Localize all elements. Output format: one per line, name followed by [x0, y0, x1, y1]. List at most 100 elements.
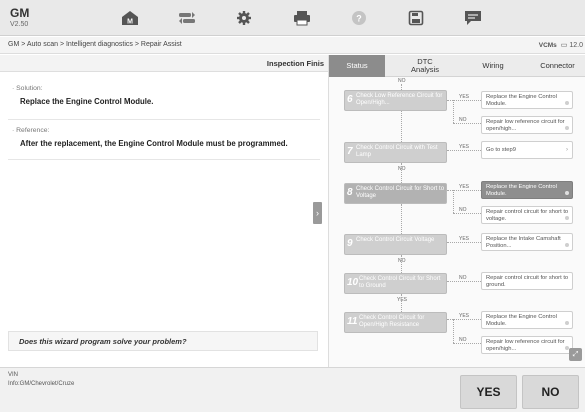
status-dot [565, 101, 569, 105]
flow-yes-label: YES [397, 297, 408, 303]
flow-connector [401, 255, 402, 273]
flow-connector [453, 319, 454, 343]
breadcrumb-bar: GM > Auto scan > Intelligent diagnostics… [0, 37, 585, 54]
solution-text: Replace the Engine Control Module. [20, 97, 154, 106]
result-text: Repair control circuit for short to volt… [486, 209, 569, 222]
step-number: 10 [347, 277, 359, 288]
solution-panel-header: Inspection Finis [0, 55, 328, 72]
flow-yes-label: YES [459, 184, 470, 190]
flow-result[interactable]: Replace the Engine Control Module. [481, 91, 573, 109]
flow-connector [447, 281, 481, 282]
help-button[interactable]: ? [336, 3, 382, 32]
tab-connector[interactable]: Connector [529, 55, 585, 77]
no-button[interactable]: NO [522, 375, 579, 409]
vehicle-swap-icon [179, 11, 195, 24]
breadcrumb: GM > Auto scan > Intelligent diagnostics… [8, 41, 182, 48]
flow-connector [401, 111, 402, 142]
panel-collapse-handle[interactable]: › [313, 202, 322, 224]
flow-yes-label: YES [459, 144, 470, 150]
flow-result[interactable]: Repair low reference circuit for open/hi… [481, 336, 573, 354]
flow-connector [401, 204, 402, 234]
step-number: 8 [347, 187, 353, 198]
voltage-value: 12.0 [569, 42, 583, 49]
tab-status[interactable]: Status [329, 55, 385, 77]
result-text: Repair low reference circuit for open/hi… [486, 339, 565, 352]
flow-result[interactable]: Repair control circuit for short to grou… [481, 272, 573, 290]
flow-connector [453, 123, 481, 124]
flow-result[interactable]: Replace the Intake Camshaft Position... [481, 233, 573, 251]
result-text: Go to step9 [486, 147, 516, 153]
result-text: Replace the Engine Control Module. [486, 314, 557, 327]
bottom-bar: VIN Info:GM/Chevrolet/Cruze YES NO [0, 367, 585, 412]
save-button[interactable] [393, 3, 439, 32]
flow-result[interactable]: Go to step9 › [481, 141, 573, 159]
chevron-right-icon: › [316, 208, 319, 218]
message-button[interactable] [450, 3, 496, 32]
flow-result[interactable]: Repair control circuit for short to volt… [481, 206, 573, 224]
flow-step-11[interactable]: 11 Check Control Circuit for Open/High R… [344, 312, 447, 333]
expand-icon: ⤢ [572, 350, 579, 358]
flow-result[interactable]: Replace the Engine Control Module. [481, 311, 573, 329]
settings-button[interactable] [221, 3, 267, 32]
chevron-right-icon: › [566, 147, 568, 153]
flow-no-label: NO [459, 337, 467, 343]
question-bar: Does this wizard program solve your prob… [8, 331, 318, 351]
expand-button[interactable]: ⤢ [569, 348, 582, 361]
flow-connector [447, 242, 481, 243]
result-text: Replace the Engine Control Module. [486, 184, 557, 197]
yes-button[interactable]: YES [460, 375, 517, 409]
flow-connector [401, 294, 402, 312]
status-dot [565, 321, 569, 325]
home-icon: M [122, 10, 138, 25]
result-text: Replace the Engine Control Module. [486, 94, 557, 107]
tab-bar: Status DTC Analysis Wiring Connector [329, 55, 585, 77]
print-button[interactable] [279, 3, 325, 32]
divider [8, 159, 320, 160]
step-text: Check Control Circuit Voltage [356, 237, 435, 243]
inspection-finish-title: Inspection Finis [266, 59, 324, 68]
flow-result-selected[interactable]: Replace the Engine Control Module. [481, 181, 573, 199]
flow-connector [401, 163, 402, 183]
battery-icon: ▭ [560, 42, 568, 49]
step-text: Check Low Reference Circuit for Open/Hig… [356, 93, 443, 106]
flow-no-label: NO [459, 275, 467, 281]
result-text: Repair low reference circuit for open/hi… [486, 119, 565, 132]
step-text: Check Control Circuit for Short to Volta… [356, 186, 445, 199]
vehicle-info: Info:GM/Chevrolet/Cruze [8, 381, 75, 387]
tab-wiring[interactable]: Wiring [465, 55, 521, 77]
flow-step-9[interactable]: 9 Check Control Circuit Voltage [344, 234, 447, 255]
step-text: Check Control Circuit for Open/High Resi… [359, 315, 425, 328]
flow-result[interactable]: Repair low reference circuit for open/hi… [481, 116, 573, 134]
settings-icon [237, 10, 251, 25]
status-panel: Status DTC Analysis Wiring Connector NO … [328, 55, 585, 367]
flow-connector [453, 213, 481, 214]
message-icon [465, 10, 481, 25]
home-button[interactable]: M [107, 3, 153, 32]
flow-step-8[interactable]: 8 Check Control Circuit for Short to Vol… [344, 183, 447, 204]
step-number: 6 [347, 94, 353, 105]
solution-label: · Solution: [12, 85, 43, 92]
status-dot [565, 191, 569, 195]
vehicle-swap-button[interactable] [164, 3, 210, 32]
flow-step-10[interactable]: 10 Check Control Circuit for Short to Gr… [344, 273, 447, 294]
tab-dtc-analysis[interactable]: DTC Analysis [393, 55, 457, 77]
step-number: 9 [347, 238, 353, 249]
app-version: V2.50 [10, 21, 29, 28]
flow-yes-label: YES [459, 313, 470, 319]
reference-text: After the replacement, the Engine Contro… [20, 139, 288, 148]
flow-connector [447, 150, 481, 151]
flow-step-6[interactable]: 6 Check Low Reference Circuit for Open/H… [344, 90, 447, 111]
tab-dtc-analysis-label: DTC Analysis [411, 57, 439, 74]
flow-step-7[interactable]: 7 Check Control Circuit with Test Lamp [344, 142, 447, 163]
vin-label: VIN [8, 372, 19, 378]
voltage-status: VCMs ▭ 12.0 [539, 41, 583, 49]
result-text: Replace the Intake Camshaft Position... [486, 236, 561, 249]
question-text: Does this wizard program solve your prob… [19, 337, 187, 346]
app-name: GM [10, 6, 30, 20]
help-icon: ? [352, 10, 366, 25]
flow-connector [453, 343, 481, 344]
solution-panel: Inspection Finis · Solution: Replace the… [0, 55, 328, 367]
top-toolbar: GM V2.50 M ? [0, 0, 585, 36]
print-icon [294, 10, 310, 25]
vcm-brand: VCMs [538, 42, 557, 49]
